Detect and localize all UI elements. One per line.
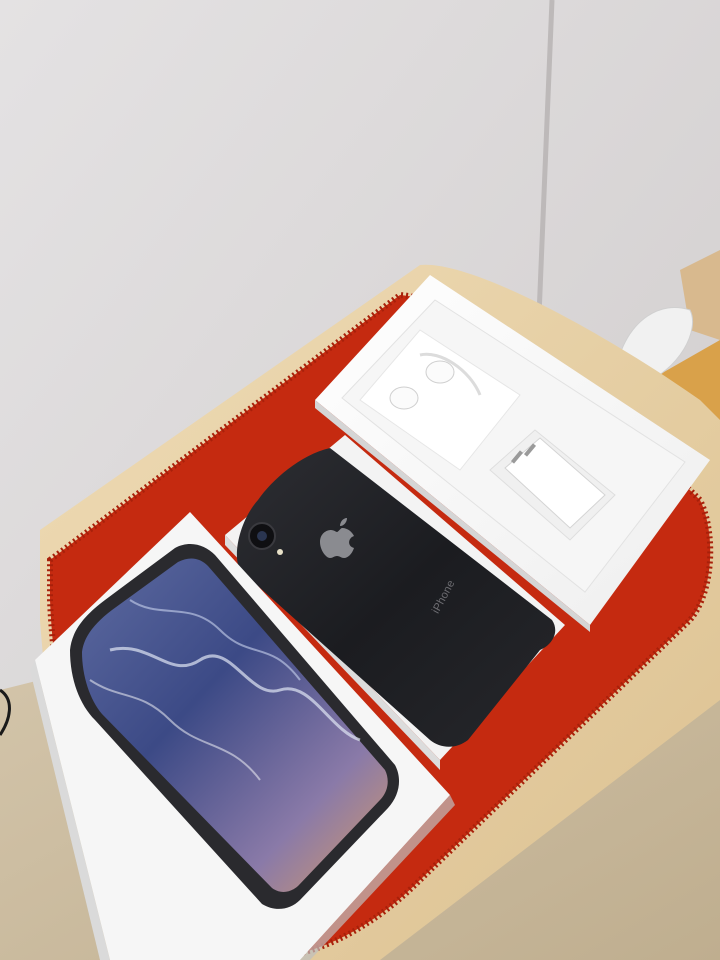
camera-glass xyxy=(257,531,267,541)
earpod-right xyxy=(425,360,455,384)
earpod-left xyxy=(389,386,419,410)
product-photo: iPhone xyxy=(0,0,720,960)
flash xyxy=(277,549,283,555)
photo-svg xyxy=(0,0,720,960)
